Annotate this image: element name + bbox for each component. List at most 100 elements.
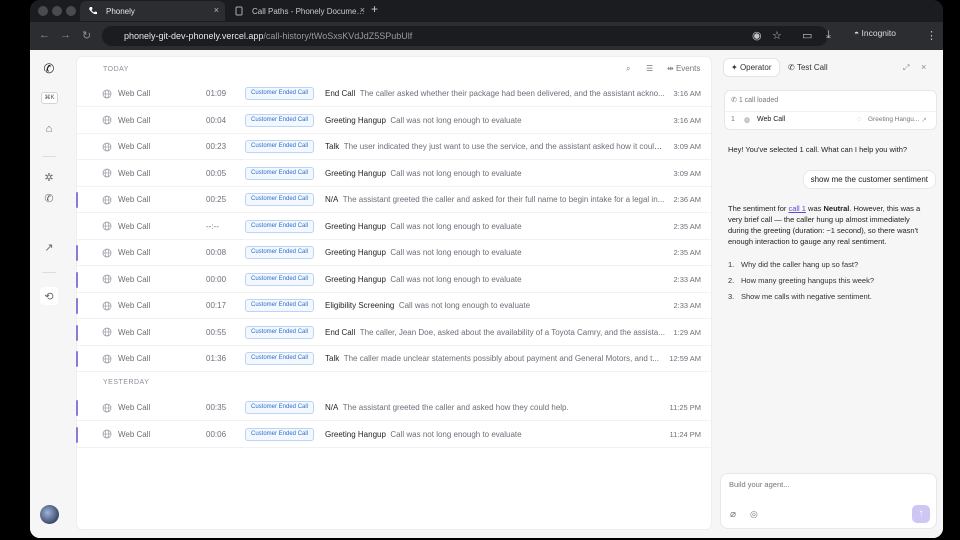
app-content: ✆ ⌘K ⌂ ✲ ✆ ↗ ⟲ TODAY ⌕ ☰ ⇹ Events Web Ca… bbox=[30, 50, 943, 538]
table-row[interactable]: Web Call 01:09 Customer Ended Call End Call… bbox=[77, 81, 711, 107]
row-marker bbox=[76, 245, 78, 261]
call-time: 2:35 AM bbox=[673, 221, 701, 231]
call-summary: The assistant greeted the caller and ask… bbox=[342, 195, 665, 204]
call-history-icon[interactable]: ⟲ bbox=[40, 287, 58, 305]
tab-operator[interactable]: ✦ Operator bbox=[724, 59, 779, 76]
chat-icon[interactable]: ◎ bbox=[750, 509, 758, 520]
home-icon[interactable]: ⌂ bbox=[41, 121, 57, 137]
node-name: Greeting Hangup bbox=[325, 429, 386, 439]
table-row[interactable]: Web Call 00:00 Customer Ended Call Greeting… bbox=[76, 267, 711, 293]
search-icon[interactable]: ⌕ bbox=[626, 64, 630, 74]
close-window-button[interactable] bbox=[38, 6, 48, 16]
call-summary-line: Greeting Hangup Call was not long enough… bbox=[325, 169, 665, 178]
call-duration: 00:23 bbox=[206, 142, 227, 151]
call-duration: 00:06 bbox=[206, 429, 227, 439]
open-link-icon[interactable]: ↗ bbox=[921, 116, 927, 124]
call-summary-line: Greeting Hangup Call was not long enough… bbox=[325, 430, 665, 439]
status-badge: Customer Ended Call bbox=[245, 219, 315, 233]
table-row[interactable]: Web Call 00:55 Customer Ended Call End Call… bbox=[76, 320, 711, 346]
tab-test-call[interactable]: ✆ Test Call bbox=[781, 59, 835, 76]
maximize-window-button[interactable] bbox=[66, 6, 76, 16]
status-badge: Customer Ended Call bbox=[245, 140, 315, 153]
sidebar-divider bbox=[42, 272, 56, 273]
globe-icon: ◍ bbox=[744, 117, 751, 124]
node-name: Eligibility Screening bbox=[325, 301, 395, 310]
composer-input[interactable] bbox=[729, 480, 929, 489]
call-summary-line: Greeting Hangup Call was not long enough… bbox=[325, 222, 665, 231]
call-duration: 01:09 bbox=[206, 89, 227, 98]
menu-icon[interactable]: ⋮ bbox=[926, 29, 937, 42]
download-icon[interactable]: ⤓ bbox=[826, 29, 831, 42]
new-tab-button[interactable]: + bbox=[371, 2, 378, 16]
suggestion-2[interactable]: 2. How many greeting hangups this week? bbox=[728, 276, 874, 285]
back-icon[interactable]: ← bbox=[39, 29, 50, 41]
attach-icon[interactable]: ⌀ bbox=[730, 509, 736, 520]
call-summary: Call was not long enough to evaluate bbox=[390, 221, 522, 231]
table-row[interactable]: Web Call 00:04 Customer Ended Call Greeting… bbox=[77, 108, 711, 134]
table-row[interactable]: Web Call 00:35 Customer Ended Call N/A The … bbox=[76, 395, 711, 421]
tab-call-paths[interactable]: Call Paths - Phonely Docume… × bbox=[226, 1, 371, 21]
call-summary-line: N/A The assistant greeted the caller and… bbox=[325, 403, 665, 412]
table-row[interactable]: Web Call 00:06 Customer Ended Call Greeting… bbox=[76, 422, 711, 448]
forward-icon[interactable]: → bbox=[60, 29, 71, 41]
sidebar-divider bbox=[42, 156, 56, 157]
call-time: 2:33 AM bbox=[673, 274, 701, 284]
url-field[interactable]: phonely-git-dev-phonely.vercel.app/call-… bbox=[102, 26, 828, 46]
star-icon[interactable]: ☆ bbox=[772, 29, 782, 42]
close-tab-icon[interactable]: × bbox=[214, 5, 219, 15]
call-type: Web Call bbox=[118, 195, 151, 204]
node-name: End Call bbox=[325, 89, 356, 98]
table-row[interactable]: Web Call 00:25 Customer Ended Call N/A The … bbox=[76, 187, 711, 213]
call-type: Web Call bbox=[118, 354, 151, 363]
events-label: Events bbox=[675, 64, 701, 73]
user-message: show me the customer sentiment bbox=[802, 170, 936, 189]
card-row[interactable]: 1 ◍ Web Call ◌ Greeting Hangu... ↗ bbox=[731, 116, 931, 124]
table-row[interactable]: Web Call 00:05 Customer Ended Call Greeting… bbox=[77, 161, 711, 187]
tab-phonely[interactable]: Phonely × bbox=[80, 1, 225, 21]
minimize-window-button[interactable] bbox=[52, 6, 62, 16]
events-button[interactable]: ⇹ Events bbox=[667, 64, 700, 73]
command-palette-shortcut[interactable]: ⌘K bbox=[41, 92, 58, 104]
reload-icon[interactable]: ↻ bbox=[82, 29, 91, 42]
row-marker bbox=[76, 400, 78, 416]
call-time: 12:59 AM bbox=[669, 354, 701, 363]
status-badge: Customer Ended Call bbox=[245, 113, 315, 127]
eye-off-icon[interactable]: ◉ bbox=[752, 29, 762, 42]
close-icon[interactable]: × bbox=[921, 62, 926, 72]
card-row-num: 1 bbox=[731, 116, 735, 123]
suggestion-1[interactable]: 1. Why did the caller hang up so fast? bbox=[728, 260, 858, 269]
suggestion-label: Show me calls with negative sentiment. bbox=[741, 292, 872, 301]
suggestion-3[interactable]: 3. Show me calls with negative sentiment. bbox=[728, 292, 872, 301]
status-badge: Customer Ended Call bbox=[245, 246, 315, 259]
call-summary: Call was not long enough to evaluate bbox=[390, 248, 522, 257]
avatar[interactable] bbox=[40, 505, 59, 524]
status-badge: Customer Ended Call bbox=[245, 325, 315, 339]
send-button[interactable]: ↑ bbox=[912, 505, 930, 523]
table-row[interactable]: Web Call 00:17 Customer Ended Call Eligibil… bbox=[76, 293, 711, 319]
call-time: 2:35 AM bbox=[673, 248, 701, 257]
status-badge: Customer Ended Call bbox=[245, 299, 315, 312]
call-history-list: TODAY ⌕ ☰ ⇹ Events Web Call 01:09 Customer… bbox=[76, 56, 712, 530]
url-path: /call-history/tWoSxsKVdJdZ5SPubUlf bbox=[263, 31, 413, 41]
call-duration: 00:00 bbox=[206, 274, 227, 284]
call-summary: The user indicated they just want to use… bbox=[343, 142, 665, 151]
agents-icon[interactable]: ✲ bbox=[41, 169, 57, 185]
call-link[interactable]: call 1 bbox=[788, 204, 806, 213]
table-row[interactable]: Web Call 00:08 Customer Ended Call Greeting… bbox=[76, 240, 711, 266]
status-badge: Customer Ended Call bbox=[245, 272, 315, 286]
table-row[interactable]: Web Call 01:36 Customer Ended Call Talk The… bbox=[76, 346, 711, 372]
close-tab-icon[interactable]: × bbox=[360, 5, 365, 15]
table-row[interactable]: Web Call 00:23 Customer Ended Call Talk The… bbox=[77, 134, 711, 160]
composer: ⌀ ◎ ↑ bbox=[720, 473, 937, 529]
incognito-indicator[interactable]: ◓ Incognito bbox=[854, 28, 896, 38]
expand-icon[interactable]: ⤢ bbox=[903, 63, 909, 73]
analytics-icon[interactable]: ↗ bbox=[41, 239, 57, 255]
calls-icon[interactable]: ✆ bbox=[41, 190, 57, 206]
cast-icon[interactable]: ▭ bbox=[802, 29, 812, 42]
phonely-logo-icon[interactable]: ✆ bbox=[41, 61, 57, 77]
call-summary: The caller, Jean Doe, asked about the av… bbox=[359, 327, 665, 337]
filter-icon[interactable]: ☰ bbox=[646, 64, 653, 73]
card-divider bbox=[725, 111, 936, 112]
table-row[interactable]: Web Call --:-- Customer Ended Call Greeting… bbox=[77, 214, 711, 240]
status-badge: Customer Ended Call bbox=[245, 427, 315, 441]
